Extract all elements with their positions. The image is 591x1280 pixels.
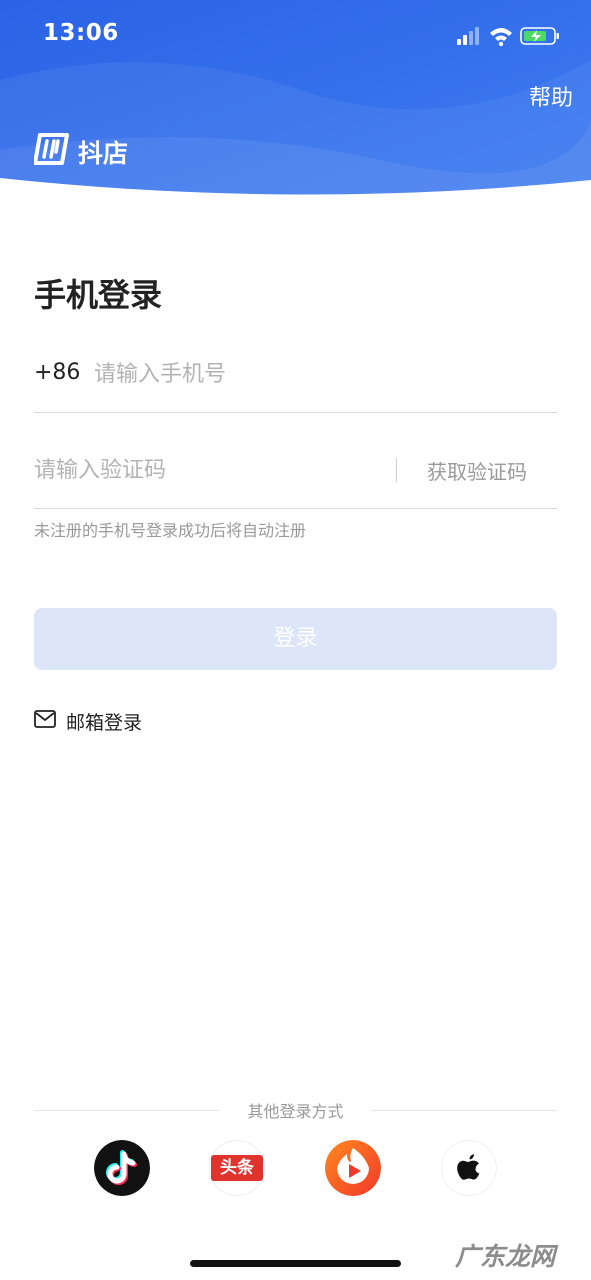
code-field-row: 获取验证码	[34, 448, 557, 509]
login-button[interactable]: 登录	[34, 608, 557, 670]
doudian-logo-icon	[34, 133, 69, 165]
help-link[interactable]: 帮助	[529, 80, 573, 112]
register-hint: 未注册的手机号登录成功后将自动注册	[34, 521, 307, 540]
verification-code-input[interactable]	[34, 452, 374, 488]
divider-line-right	[371, 1110, 557, 1111]
get-code-button[interactable]: 获取验证码	[427, 456, 527, 485]
header: 13:06 帮助 抖店	[0, 0, 591, 200]
huoshan-icon[interactable]	[325, 1140, 381, 1196]
other-login-divider: 其他登录方式	[34, 1098, 557, 1122]
battery-icon	[520, 27, 559, 45]
status-bar: 13:06	[0, 0, 591, 70]
watermark: 广东龙网	[454, 1242, 555, 1271]
page-title: 手机登录	[34, 276, 163, 314]
status-icons	[457, 27, 559, 47]
toutiao-label: 头条	[211, 1155, 263, 1181]
brand-name: 抖店	[78, 139, 129, 168]
status-time: 13:06	[43, 20, 119, 46]
wifi-icon	[490, 28, 512, 47]
douyin-icon[interactable]	[94, 1140, 150, 1196]
mail-icon	[34, 710, 56, 728]
toutiao-icon[interactable]: 头条	[209, 1140, 265, 1196]
signal-icon	[457, 27, 479, 45]
apple-icon[interactable]	[441, 1140, 497, 1196]
country-code-selector[interactable]: +86	[34, 360, 80, 385]
code-divider	[396, 458, 397, 482]
phone-field-row: +86	[34, 352, 557, 413]
phone-input[interactable]	[94, 356, 534, 392]
email-login-label: 邮箱登录	[66, 712, 143, 734]
home-indicator[interactable]	[190, 1260, 401, 1267]
